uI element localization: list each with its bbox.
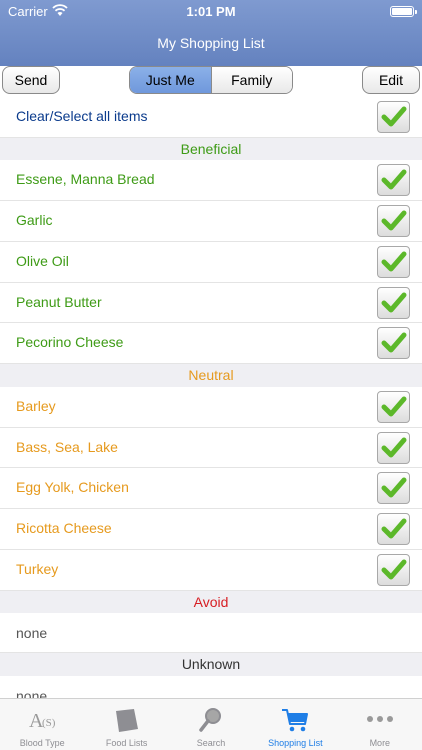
tab-more[interactable]: More	[338, 699, 422, 750]
tab-food-lists[interactable]: Food Lists	[84, 699, 168, 750]
item-label: Pecorino Cheese	[16, 334, 124, 351]
list-item[interactable]: Egg Yolk, Chicken	[0, 468, 422, 510]
clear-select-all-label: Clear/Select all items	[16, 108, 148, 124]
clear-select-all-checkbox[interactable]	[377, 101, 410, 133]
checkmark-icon	[381, 559, 407, 580]
tab-search[interactable]: Search	[169, 699, 253, 750]
food-lists-icon	[115, 709, 138, 732]
item-checkbox[interactable]	[377, 286, 410, 319]
tab-blood-type[interactable]: A (S) Blood Type	[0, 699, 84, 750]
search-icon	[199, 708, 222, 732]
tab-label: Blood Type	[19, 738, 65, 748]
tab-label: Search	[196, 738, 226, 748]
item-label: Bass, Sea, Lake	[16, 438, 118, 455]
checkmark-icon	[381, 396, 407, 417]
list-item[interactable]: Bass, Sea, Lake	[0, 427, 422, 469]
section-header-avoid: Avoid	[0, 590, 422, 614]
list-item[interactable]: Pecorino Cheese	[0, 323, 422, 365]
item-label: Turkey	[16, 560, 59, 577]
list-item[interactable]: Peanut Butter	[0, 282, 422, 324]
checkmark-icon	[381, 251, 407, 272]
section-header-neutral: Neutral	[0, 364, 422, 387]
checkmark-icon	[381, 106, 407, 127]
item-label: Ricotta Cheese	[16, 520, 112, 537]
item-label: Garlic	[16, 212, 53, 229]
item-checkbox[interactable]	[377, 472, 410, 505]
item-label: Olive Oil	[16, 252, 69, 269]
item-checkbox[interactable]	[377, 553, 410, 586]
item-label: Egg Yolk, Chicken	[16, 479, 129, 496]
item-checkbox[interactable]	[377, 390, 410, 423]
more-icon	[366, 716, 393, 722]
item-checkbox[interactable]	[377, 327, 410, 360]
checkmark-icon	[381, 518, 407, 539]
item-label: Peanut Butter	[16, 293, 102, 310]
unknown-empty-row: none	[0, 675, 422, 698]
avoid-empty-row: none	[0, 613, 422, 654]
item-checkbox[interactable]	[377, 205, 410, 238]
checkmark-icon	[381, 437, 407, 458]
blood-type-icon: A (S)	[29, 710, 56, 732]
checkmark-icon	[381, 210, 407, 231]
svg-text:(S): (S)	[42, 717, 56, 729]
tab-label: More	[369, 738, 391, 748]
list-owner-segmented-control: Just Me Family	[129, 66, 293, 94]
list-item[interactable]: Garlic	[0, 201, 422, 242]
item-checkbox[interactable]	[377, 431, 410, 464]
status-bar: Carrier 1:01 PM	[0, 0, 422, 22]
list-item[interactable]: Essene, Manna Bread	[0, 160, 422, 202]
section-header-beneficial: Beneficial	[0, 137, 422, 161]
checkmark-icon	[381, 169, 407, 190]
list-item[interactable]: Ricotta Cheese	[0, 509, 422, 550]
list-item[interactable]: Barley	[0, 386, 422, 428]
page-title: My Shopping List	[157, 35, 265, 51]
tab-label: Food Lists	[105, 738, 148, 748]
tab-shopping-list[interactable]: Shopping List	[253, 699, 337, 750]
item-label: Barley	[16, 397, 56, 414]
clear-select-all-row[interactable]: Clear/Select all items	[0, 97, 422, 138]
tab-bar: A (S) Blood Type Food Lists Search Shopp…	[0, 698, 422, 750]
section-header-unknown: Unknown	[0, 653, 422, 676]
item-label: Essene, Manna Bread	[16, 171, 155, 188]
status-time: 1:01 PM	[186, 4, 236, 19]
item-checkbox[interactable]	[377, 513, 410, 546]
toolbar: Send Just Me Family Edit	[0, 66, 422, 97]
avoid-empty-label: none	[16, 625, 48, 642]
checkmark-icon	[381, 292, 407, 313]
battery-icon	[390, 6, 417, 17]
item-checkbox[interactable]	[377, 245, 410, 278]
cart-icon	[282, 709, 309, 732]
tab-label: Shopping List	[268, 738, 323, 748]
checkmark-icon	[381, 477, 407, 498]
segment-just-me[interactable]: Just Me	[130, 67, 212, 93]
item-checkbox[interactable]	[377, 164, 410, 197]
checkmark-icon	[381, 332, 407, 353]
segment-family[interactable]: Family	[211, 67, 292, 93]
list-item[interactable]: Turkey	[0, 549, 422, 591]
top-bar: Carrier 1:01 PM My Shopping List	[0, 0, 422, 66]
shopping-list: Clear/Select all items Beneficial Essene…	[0, 97, 422, 698]
unknown-empty-label: none	[16, 687, 48, 698]
send-button[interactable]: Send	[2, 66, 60, 94]
edit-button[interactable]: Edit	[362, 66, 420, 94]
list-item[interactable]: Olive Oil	[0, 241, 422, 283]
